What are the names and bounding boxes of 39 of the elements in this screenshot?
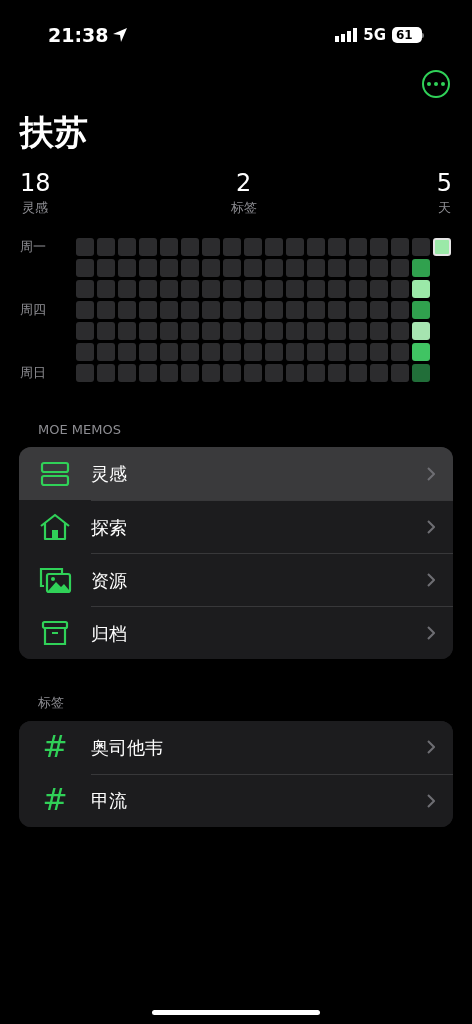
signal-icon <box>335 28 358 42</box>
archive-box-icon <box>41 618 69 647</box>
weekday-label: 周四 <box>20 303 46 316</box>
list-item[interactable]: 归档 <box>19 606 453 659</box>
item-label: 探索 <box>91 515 128 540</box>
chevron-icon <box>427 573 435 587</box>
hash-icon: # <box>42 732 68 762</box>
home-icon <box>39 512 71 541</box>
section-header: MOE MEMOS <box>37 420 122 439</box>
location-arrow-icon <box>112 27 129 43</box>
hash-icon: # <box>42 785 68 815</box>
section-header: 标签 <box>37 694 65 712</box>
status-time: 21:38 <box>48 22 109 48</box>
network-label: 5G <box>363 24 386 46</box>
chevron-icon <box>427 793 435 808</box>
chevron-icon <box>427 626 435 640</box>
photos-icon <box>38 565 72 594</box>
stat-label: 天 <box>437 199 451 217</box>
item-label: 甲流 <box>91 789 128 813</box>
weekday-label: 周日 <box>20 366 46 379</box>
stacked-rows-icon <box>40 460 70 487</box>
list-item[interactable]: # 甲流 <box>19 773 453 827</box>
item-label: 灵感 <box>91 462 128 486</box>
page-title: 扶苏 <box>18 111 89 154</box>
stat-value: 18 <box>20 168 51 198</box>
weekday-label: 周一 <box>20 240 46 253</box>
item-label: 奥司他韦 <box>91 735 164 760</box>
stat-label: 灵感 <box>22 199 49 217</box>
item-label: 资源 <box>91 568 128 593</box>
stat-label: 标签 <box>230 199 257 217</box>
chevron-icon <box>427 520 435 534</box>
stat-value: 2 <box>236 168 252 198</box>
battery-icon: 61 <box>392 27 424 43</box>
chevron-icon <box>427 740 435 754</box>
list-item[interactable]: 灵感 <box>19 447 453 500</box>
chevron-icon <box>427 466 435 481</box>
more-button[interactable] <box>422 70 450 98</box>
item-label: 归档 <box>91 621 128 646</box>
stat-value: 5 <box>436 168 452 198</box>
